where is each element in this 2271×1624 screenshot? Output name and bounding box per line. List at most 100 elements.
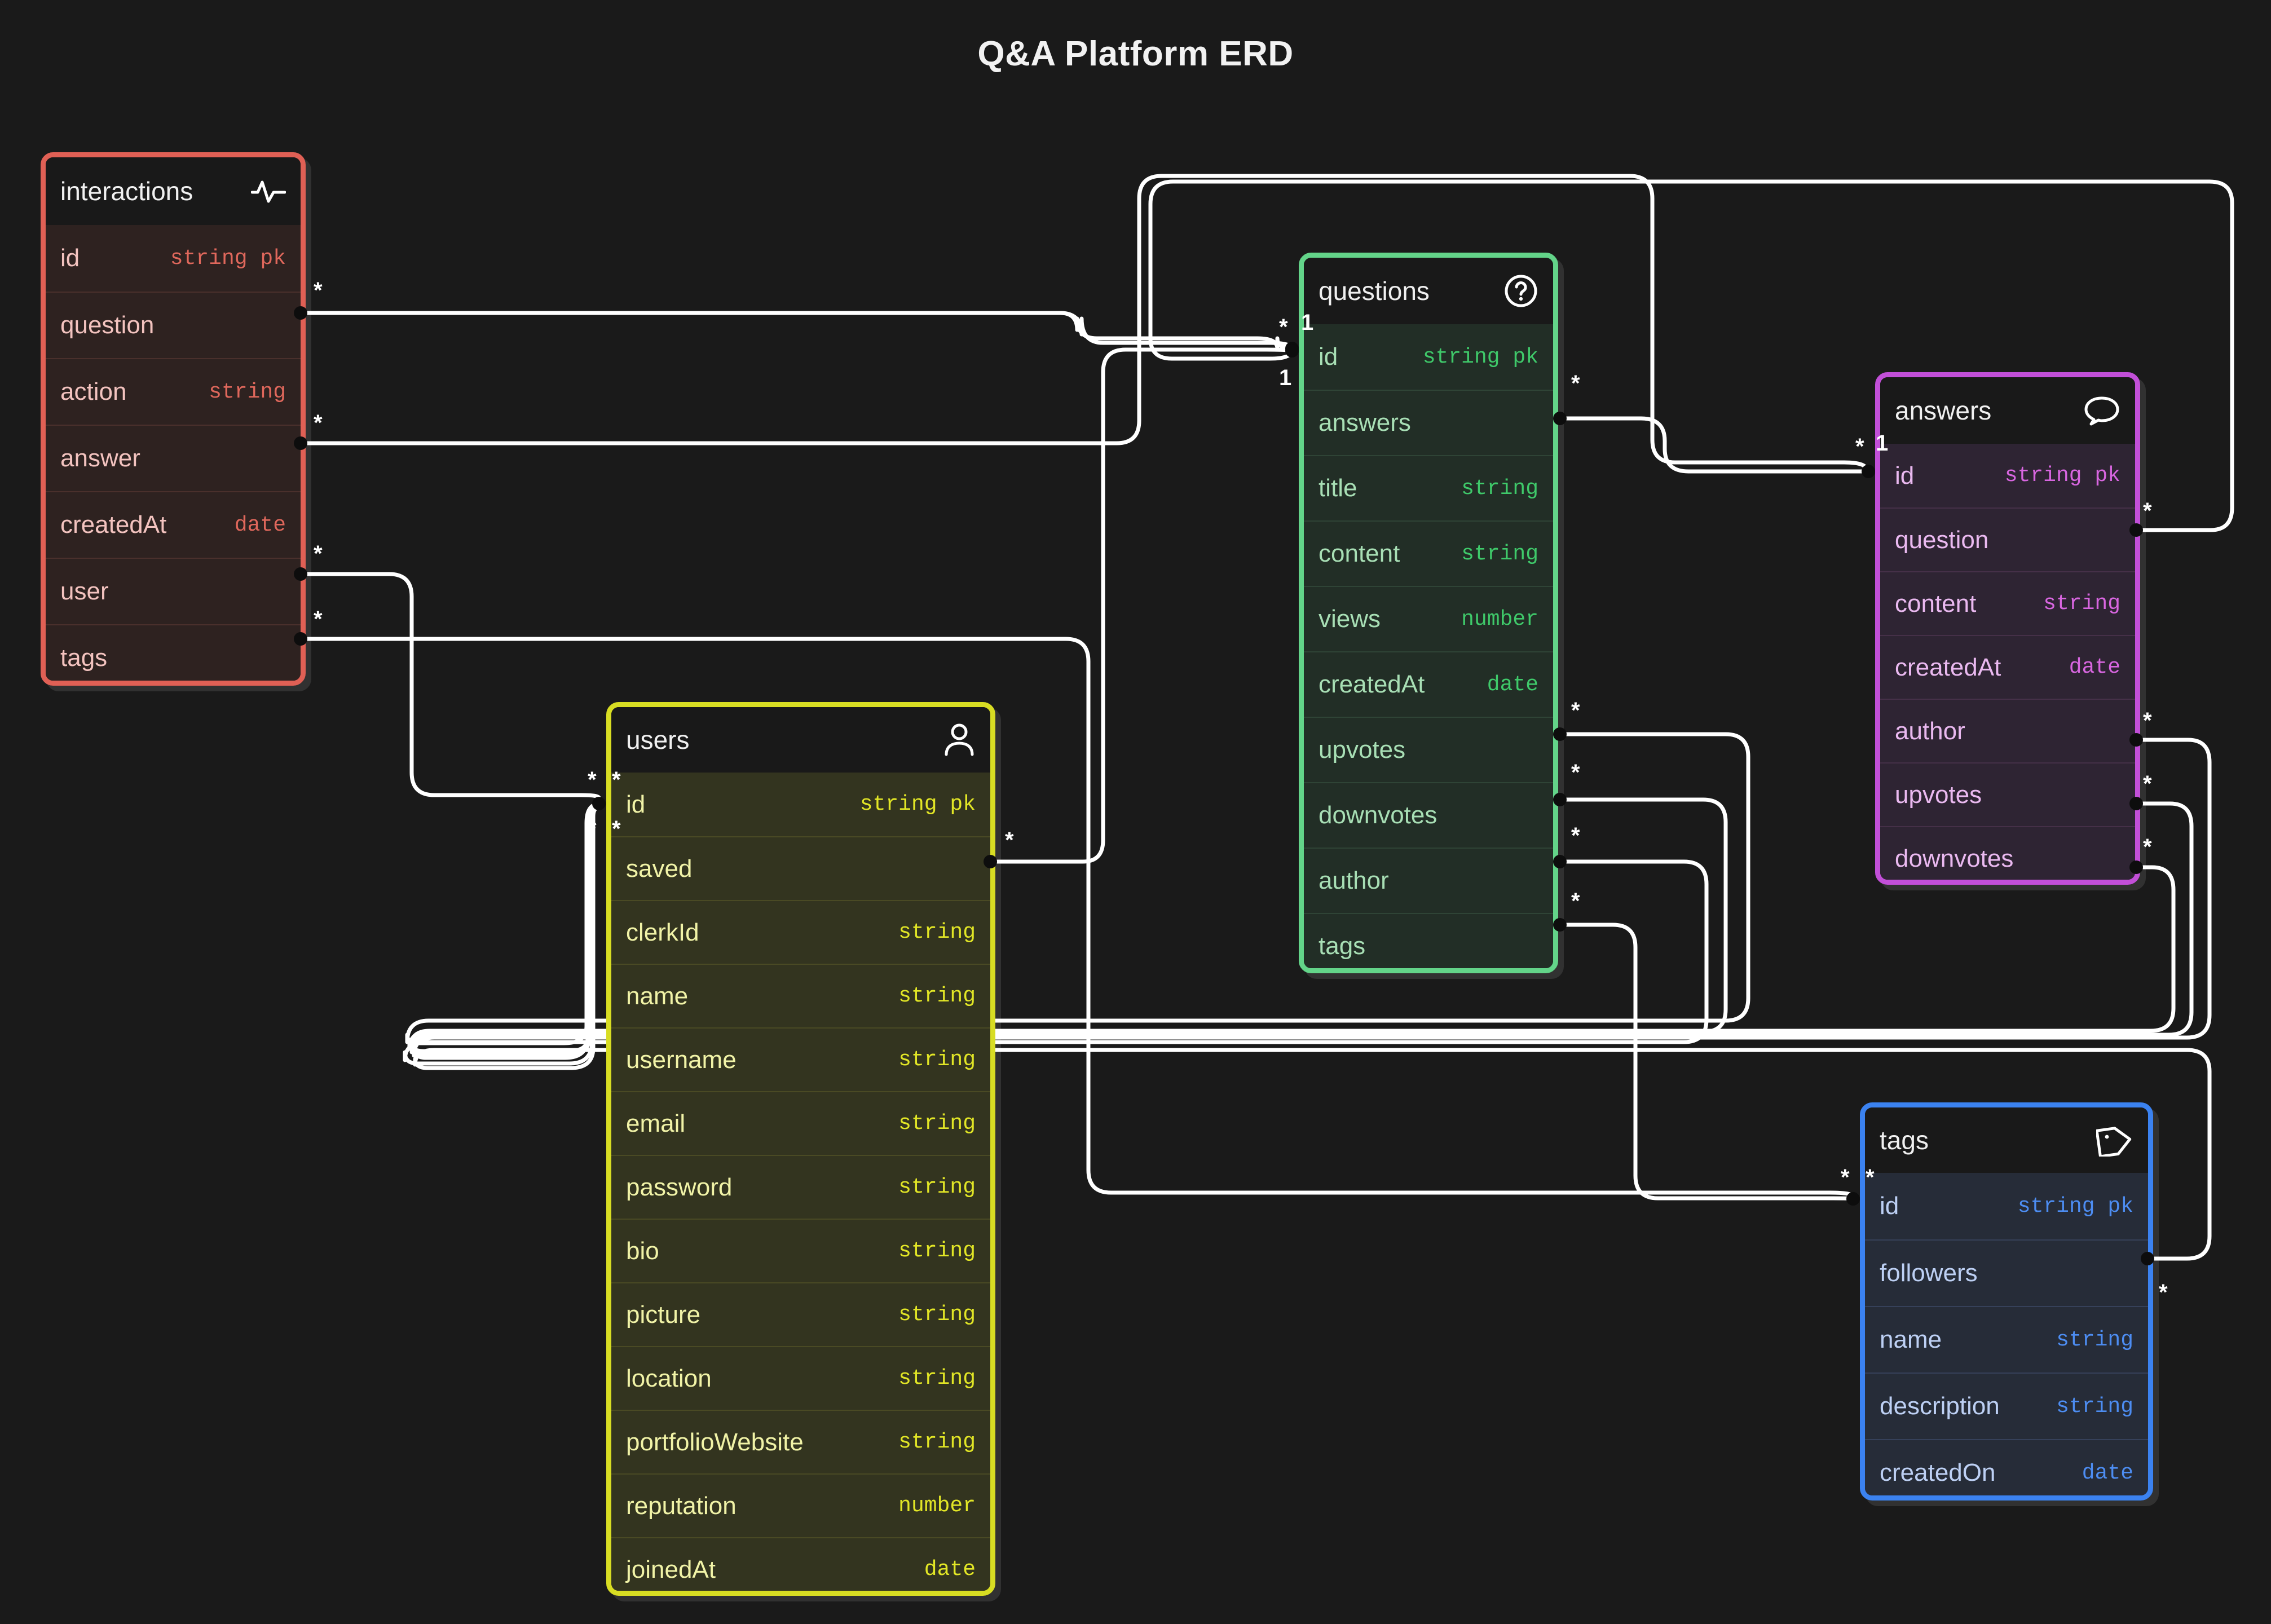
cardinality-label: * [1571,371,1580,396]
field-row[interactable]: email string [611,1091,990,1155]
field-name: id [1895,461,1915,489]
field-row[interactable]: upvotes [1304,717,1553,782]
field-row[interactable]: id string pk [1304,324,1553,390]
field-row[interactable]: createdAt date [46,491,301,558]
field-row[interactable]: tags [46,624,301,681]
field-row[interactable]: location string [611,1346,990,1410]
activity-pulse-icon [251,178,286,205]
field-name: answers [1318,409,1411,436]
field-row[interactable]: upvotes [1880,762,2135,826]
field-row[interactable]: createdAt date [1304,651,1553,717]
erd-table-users[interactable]: users id string pk saved clerkId string name st… [606,702,995,1596]
field-row[interactable]: saved [611,836,990,900]
cardinality-label: * [1571,889,1580,914]
field-row[interactable]: views number [1304,586,1553,651]
field-type: string [209,379,286,404]
user-person-icon [943,722,976,757]
cardinality-label: * [314,541,323,566]
field-type: string [898,984,976,1008]
field-row[interactable]: password string [611,1155,990,1219]
field-name: tags [1318,932,1366,960]
field-row[interactable]: createdOn date [1865,1439,2148,1495]
connector-endpoint-dot [1553,918,1567,932]
field-type: date [2082,1460,2133,1485]
field-row[interactable]: author [1304,848,1553,913]
field-name: username [626,1045,737,1074]
field-name: action [60,378,127,405]
field-name: downvotes [1895,844,2014,872]
field-name: saved [626,854,693,882]
field-name: id [1318,343,1338,370]
field-row[interactable]: joinedAt date [611,1537,990,1591]
connector-endpoint-dot [1553,793,1567,806]
field-type: number [1461,607,1538,632]
field-row[interactable]: picture string [611,1282,990,1346]
field-row[interactable]: answer [46,425,301,491]
table-header-questions: questions [1304,258,1553,324]
field-row[interactable]: name string [611,964,990,1027]
field-row[interactable]: id string pk [611,773,990,836]
field-row[interactable]: user [46,558,301,624]
field-row[interactable]: followers [1865,1239,2148,1306]
connector-endpoint-dot [294,306,307,320]
cardinality-label: 1 [1279,365,1292,390]
erd-table-questions[interactable]: questions id string pk answers title string co… [1299,253,1558,973]
table-fields-tags: id string pk followers name string descriptio… [1865,1173,2148,1495]
field-row[interactable]: portfolioWebsite string [611,1410,990,1473]
field-type: string [1461,476,1538,501]
field-name: reputation [626,1491,737,1520]
field-row[interactable]: downvotes [1304,782,1553,848]
field-row[interactable]: title string [1304,455,1553,520]
table-header-tags: tags [1865,1107,2148,1173]
field-row[interactable]: question [1880,508,2135,571]
erd-table-tags[interactable]: tags id string pk followers name string descri… [1860,1102,2153,1501]
field-row[interactable]: username string [611,1027,990,1091]
field-type: date [924,1557,976,1582]
field-name: followers [1880,1259,1978,1287]
cardinality-label: * [1841,1165,1850,1190]
table-header-interactions: interactions [46,157,301,225]
field-name: views [1318,605,1381,633]
cardinality-label: * [1571,760,1580,785]
cardinality-label: * [612,767,621,792]
field-name: createdAt [60,511,167,539]
field-name: createdAt [1318,670,1425,698]
field-row[interactable]: answers [1304,390,1553,455]
field-row[interactable]: id string pk [1880,444,2135,508]
field-row[interactable]: name string [1865,1306,2148,1373]
cardinality-label: * [588,817,597,841]
erd-table-answers[interactable]: answers id string pk question content string c… [1875,372,2140,885]
field-row[interactable]: bio string [611,1219,990,1282]
field-row[interactable]: reputation number [611,1473,990,1537]
field-row[interactable]: tags [1304,913,1553,968]
cardinality-label: * [2143,835,2152,859]
field-row[interactable]: downvotes [1880,826,2135,880]
field-row[interactable]: question [46,292,301,358]
field-type: string [2056,1327,2133,1352]
field-row[interactable]: createdAt date [1880,635,2135,699]
field-name: question [60,311,155,339]
cardinality-label: * [314,278,323,303]
wire-users-saved-questions-id [995,347,1291,864]
wire-interactions-tags-tags-id [305,637,1855,1199]
cardinality-label: * [1279,315,1288,339]
wire-questions-tags-tags-id [1564,923,1857,1201]
field-type: string pk [2004,464,2120,488]
field-name: name [1880,1326,1942,1353]
field-row[interactable]: author [1880,699,2135,762]
connector-endpoint-dot [294,632,307,646]
erd-table-interactions[interactable]: interactions id string pk question action str… [41,152,306,686]
field-row[interactable]: clerkId string [611,900,990,964]
field-row[interactable]: description string [1865,1373,2148,1439]
field-row[interactable]: id string pk [1865,1173,2148,1239]
field-type: date [234,513,286,537]
field-type: string [898,1303,976,1327]
field-row[interactable]: id string pk [46,225,301,292]
field-row[interactable]: action string [46,358,301,425]
field-type: string [898,1430,976,1454]
field-row[interactable]: content string [1304,520,1553,586]
connector-endpoint-dot [294,567,307,581]
field-row[interactable]: content string [1880,571,2135,635]
field-type: string pk [859,792,976,817]
field-type: date [1487,672,1538,697]
